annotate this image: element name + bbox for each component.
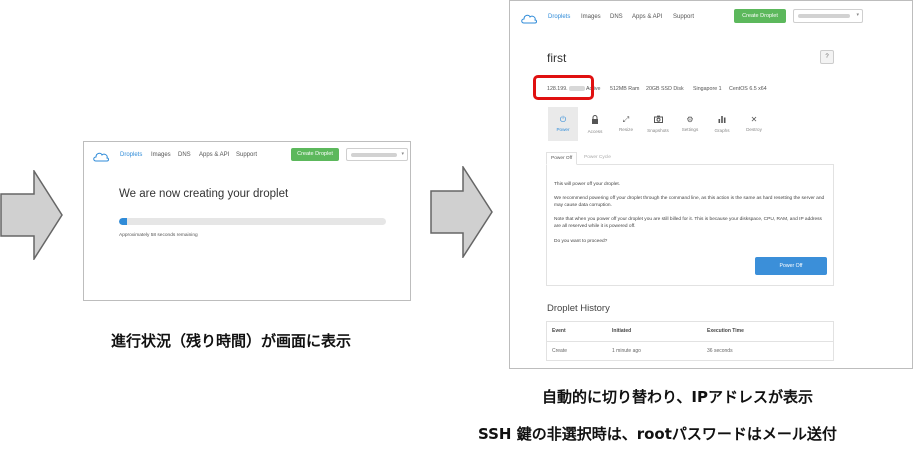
table-row: Create 1 minute ago 36 seconds (546, 340, 834, 361)
arrow-right-icon-1 (0, 170, 64, 260)
user-menu-select[interactable]: ▾ (346, 148, 408, 161)
history-title: Droplet History (547, 303, 610, 314)
table-cell: 1 minute ago (606, 340, 701, 361)
nav-apps-api[interactable]: Apps & API (199, 152, 229, 158)
panel-text-2: We recommend powering off your droplet t… (554, 196, 825, 209)
table-cell: 36 seconds (701, 340, 834, 361)
cloud-logo-icon[interactable] (92, 149, 110, 167)
tool-resize[interactable]: ⤢ Resize (611, 107, 641, 141)
nav-dns[interactable]: DNS (178, 152, 191, 158)
nav-droplets[interactable]: Droplets (548, 14, 570, 20)
nav-images[interactable]: Images (581, 14, 601, 20)
bar-chart-icon (707, 115, 737, 125)
os-text: CentOS 6.5 x64 (729, 86, 767, 92)
chevron-down-icon: ▾ (401, 151, 404, 157)
page-title: We are now creating your droplet (119, 188, 289, 200)
droplet-detail-screenshot: Droplets Images DNS Apps & API Support C… (509, 0, 913, 369)
caption-left: 進行状況（残り時間）が画面に表示 (111, 332, 352, 350)
ram-text: 512MB Ram (610, 86, 640, 92)
nav-dns[interactable]: DNS (610, 14, 623, 20)
tool-graphs[interactable]: Graphs (707, 107, 737, 141)
tab-power-off[interactable]: Power Off (546, 152, 578, 165)
user-menu-select[interactable]: ▾ (793, 9, 863, 23)
tool-label: Settings (681, 127, 699, 132)
nav-apps-api[interactable]: Apps & API (632, 14, 662, 20)
region-text: Singapore 1 (693, 86, 722, 92)
ip-highlight-box (533, 75, 594, 100)
camera-icon (643, 115, 673, 125)
tool-settings[interactable]: ⚙ Settings (675, 107, 705, 141)
panel-text-1: This will power off your droplet. (554, 182, 621, 187)
lock-icon (580, 115, 610, 126)
nav-support[interactable]: Support (236, 152, 257, 158)
panel-text-3: Note that when you power off your drople… (554, 217, 822, 230)
table-header-row: Event Initiated Execution Time (546, 321, 834, 341)
tool-power[interactable]: ⏻ Power (548, 107, 578, 141)
power-icon: ⏻ (559, 115, 567, 124)
nav-droplets[interactable]: Droplets (120, 152, 142, 158)
resize-icon: ⤢ (622, 115, 630, 124)
progress-bar (119, 218, 386, 225)
user-name-redacted (798, 14, 850, 18)
tool-label: Resize (618, 127, 634, 132)
close-icon: ✕ (750, 115, 758, 124)
caption-right-2: SSH 鍵の非選択時は、rootパスワードはメール送付 (478, 425, 837, 443)
table-cell: Create (546, 340, 606, 361)
nav-images[interactable]: Images (151, 152, 171, 158)
tool-access[interactable]: Access (580, 107, 610, 141)
tool-label: Graphs (714, 128, 730, 133)
tab-power-cycle[interactable]: Power Cycle (580, 152, 615, 165)
tool-snapshots[interactable]: Snapshots (643, 107, 673, 141)
power-off-button[interactable]: Power Off (755, 257, 827, 275)
cloud-logo-icon[interactable] (520, 11, 538, 29)
caption-right-1: 自動的に切り替わり、IPアドレスが表示 (542, 388, 813, 406)
panel-text-4: Do you want to proceed? (554, 239, 608, 244)
column-header: Initiated (612, 327, 632, 334)
nav-support[interactable]: Support (673, 14, 694, 20)
arrow-right-icon-2 (430, 166, 494, 258)
create-droplet-button[interactable]: Create Droplet (291, 148, 339, 161)
user-name-redacted (351, 153, 397, 157)
tool-label: Snapshots (647, 128, 669, 133)
progress-fill (119, 218, 127, 225)
gear-icon: ⚙ (686, 115, 694, 124)
column-header: Execution Time (707, 327, 744, 334)
disk-text: 20GB SSD Disk (646, 86, 684, 92)
history-table: Event Initiated Execution Time Create 1 … (546, 321, 834, 361)
column-header: Event (552, 327, 566, 334)
tool-destroy[interactable]: ✕ Destroy (739, 107, 769, 141)
tool-label: Destroy (746, 127, 762, 132)
creating-droplet-screenshot: Droplets Images DNS Apps & API Support C… (83, 141, 411, 301)
help-button[interactable]: ? (820, 50, 834, 64)
tool-label: Access (587, 129, 603, 134)
remaining-time-text: Approximately 58 seconds remaining (119, 233, 198, 238)
create-droplet-button[interactable]: Create Droplet (734, 9, 786, 23)
chevron-down-icon: ▾ (856, 12, 859, 18)
tool-label: Power (556, 127, 570, 132)
droplet-name: first (547, 51, 567, 65)
